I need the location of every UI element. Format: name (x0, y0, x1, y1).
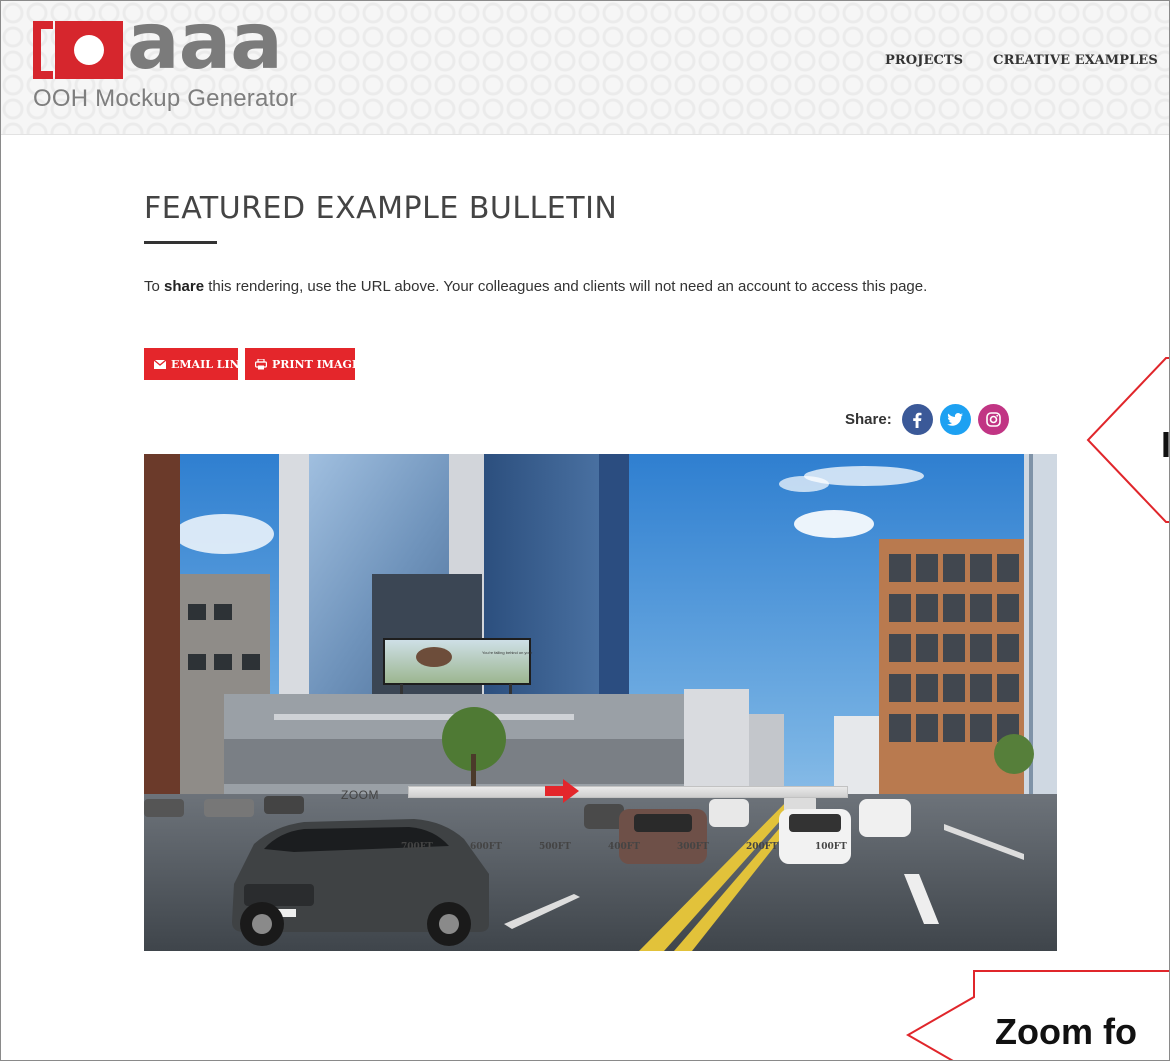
zoom-slider-track[interactable] (408, 786, 848, 798)
site-logo[interactable]: aaa OOH Mockup Generator (33, 3, 333, 115)
facebook-icon[interactable] (901, 404, 933, 435)
share-bar: Share: (845, 404, 1009, 435)
twitter-icon[interactable] (939, 404, 971, 435)
zoom-tick-label: 400FT (608, 842, 640, 852)
nav-creative-examples[interactable]: CREATIVE EXAMPLES (993, 53, 1158, 68)
logo-wordmark: aaa (127, 0, 283, 87)
zoom-tick-label: 100FT (815, 842, 847, 852)
instagram-icon[interactable] (977, 404, 1009, 435)
callout-upper (1086, 357, 1169, 523)
print-image-button[interactable]: PRINT IMAGE (245, 348, 360, 380)
envelope-icon (154, 359, 166, 369)
printer-icon (255, 358, 267, 369)
arrow-right-icon (545, 779, 579, 803)
billboard-text: You're falling behind on your (482, 650, 533, 655)
desc-bold: share (164, 278, 205, 295)
email-link-label: EMAIL LINK (171, 357, 250, 371)
desc-prefix: To (144, 278, 165, 295)
zoom-tick-label: 200FT (746, 842, 778, 852)
zoom-tick-label: 700FT (401, 842, 433, 852)
zoom-tick-label: 600FT (470, 842, 502, 852)
zoom-slider-handle[interactable] (545, 779, 579, 803)
logo-tagline: OOH Mockup Generator (33, 85, 298, 112)
page-title: FEATURED EXAMPLE BULLETIN (144, 191, 618, 226)
site-header: aaa OOH Mockup Generator PROJECTS CREATI… (1, 1, 1169, 135)
zoom-label: ZOOM (341, 788, 379, 802)
main-nav: PROJECTS CREATIVE EXAMPLES (885, 53, 1158, 68)
browser-frame: aaa OOH Mockup Generator PROJECTS CREATI… (0, 0, 1170, 1061)
zoom-tick-label: 500FT (539, 842, 571, 852)
print-image-label: PRINT IMAGE (272, 357, 361, 371)
bulletin-rendering-image: You're falling behind on your (144, 454, 1057, 951)
title-underline (144, 241, 217, 244)
nav-projects[interactable]: PROJECTS (885, 53, 963, 68)
zoom-tick-label: 300FT (677, 842, 709, 852)
share-description: To share this rendering, use the URL abo… (144, 274, 1064, 300)
share-label: Share: (845, 411, 892, 428)
logo-mark-icon (33, 21, 123, 79)
callout-upper-text: I (1161, 424, 1169, 466)
callout-lower-text: Zoom fo (995, 1011, 1137, 1052)
desc-rest: this rendering, use the URL above. Your … (204, 278, 928, 295)
email-link-button[interactable]: EMAIL LINK (144, 348, 249, 380)
